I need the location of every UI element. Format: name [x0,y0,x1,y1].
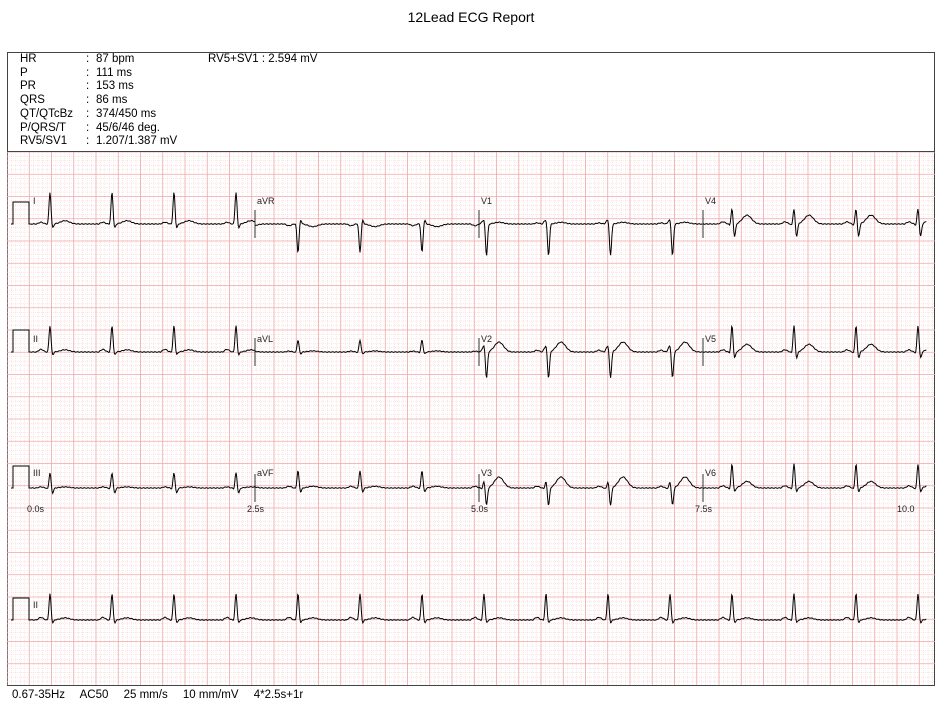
lead-label: V1 [481,196,492,206]
calibration-pulse [11,329,31,353]
time-label: 10.0 [897,504,915,514]
ecg-trace-v4 [702,207,927,238]
layout-setting: 4*2.5s+1r [253,689,304,701]
measure-p: P:111 ms [20,66,133,79]
lead-label: V3 [481,468,492,478]
ecg-trace-v1 [479,218,703,256]
lead-label: V4 [705,196,716,206]
measure-axis: P/QRS/T:45/6/46 deg. [20,121,160,134]
lead-label: II [33,334,38,344]
lead-label: V2 [481,334,492,344]
time-label: 5.0s [471,504,489,514]
lead-label: II [33,600,38,610]
lead-label: V5 [705,334,716,344]
lead-label: V6 [705,468,716,478]
ecg-trace-v5 [702,324,927,360]
lead-label: aVR [257,196,275,206]
ecg-trace-avr [254,218,480,254]
ecg-trace-v6 [702,463,927,493]
lead-label: I [33,196,36,206]
time-label: 2.5s [247,504,265,514]
ac-filter-setting: AC50 [79,689,109,701]
measure-rv5-sv1: RV5/SV1:1.207/1.387 mV [20,135,178,148]
time-label: 0.0s [27,504,45,514]
lead-label: aVF [257,468,274,478]
ecg-trace-v2 [478,341,703,378]
ecg-traces [11,192,927,625]
report-title: 12Lead ECG Report [407,9,535,25]
filter-setting: 0.67-35Hz [12,689,66,701]
measure-pr: PR:153 ms [20,80,134,93]
measure-qt-qtcbz: QT/QTcBz:374/450 ms [20,107,157,120]
measure-hr: HR:87 bpm [20,53,135,65]
lead-label: III [33,468,41,478]
gain-setting: 10 mm/mV [182,689,239,701]
rv5-sv1-sum: RV5+SV1 : 2.594 mV [208,53,318,65]
time-label: 7.5s [695,504,713,514]
paper-speed-setting: 25 mm/s [123,689,168,701]
ecg-trace-v3 [478,476,703,506]
ecg-grid: IaVR V1 V4 II aVL V2 V5 III aVF V3 V6 II 0.0s 2.5s 5.0… [7,152,935,685]
lead-label: aVL [257,334,273,344]
measure-qrs: QRS:86 ms [20,94,128,107]
recording-settings: 0.67-35Hz AC50 25 mm/s 10 mm/mV 4*2.5s+1… [12,689,315,701]
